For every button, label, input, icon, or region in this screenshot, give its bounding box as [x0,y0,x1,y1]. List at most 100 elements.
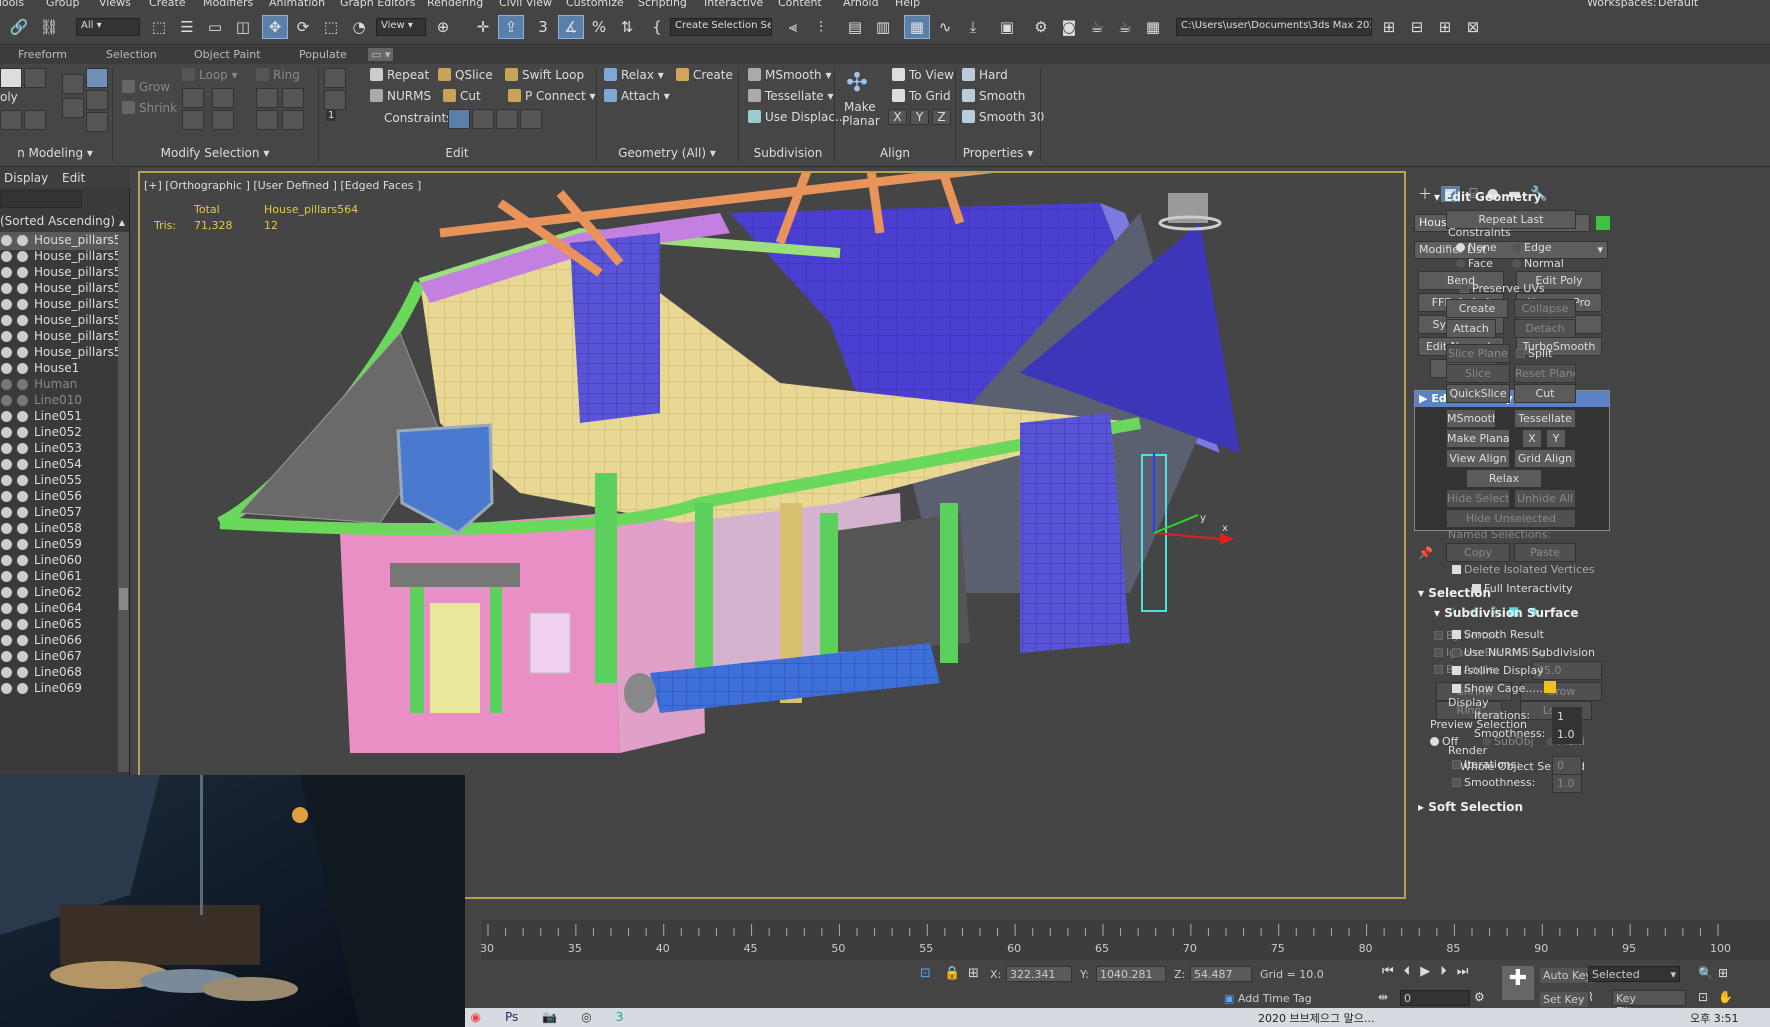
selection-lock-icon[interactable]: 🔒 [944,966,960,981]
camera-icon[interactable]: 📷 [542,1010,557,1024]
constraint-normal-radio[interactable]: Normal [1512,257,1564,270]
pin-stack-icon[interactable]: 📌 [1418,546,1433,560]
ribbon-options-icon[interactable]: ▭ ▾ [368,48,394,61]
freeze-dot-icon[interactable] [17,619,28,630]
toggle-ribbon-icon[interactable]: ▥ [870,15,896,39]
unlink-icon[interactable]: ⛓ [36,15,62,39]
visibility-eye-icon[interactable] [1,475,12,486]
photoshop-icon[interactable]: Ps [505,1010,518,1024]
modeling-option-1-icon[interactable] [0,110,22,130]
scale-icon[interactable]: ⬚ [318,15,344,39]
tab-populate[interactable]: Populate [299,48,347,61]
project-new-icon[interactable]: ⊠ [1460,15,1486,39]
sort-header[interactable]: (Sorted Ascending) ▲ [0,214,125,230]
constraint-none-radio[interactable]: None [1456,241,1497,254]
freeze-dot-icon[interactable] [17,235,28,246]
smooth-result-checkbox[interactable]: Smooth Result [1452,628,1544,641]
key-mode-icon[interactable]: ⇹ [1378,990,1388,1004]
create-tab-icon[interactable]: ＋ [1418,184,1432,204]
scene-tab-edit[interactable]: Edit [62,171,85,185]
current-frame-input[interactable]: 0 [1400,990,1470,1006]
swift-loop-button[interactable]: Swift Loop [505,68,584,82]
element-icon[interactable] [86,112,108,132]
project-path-dropdown[interactable]: C:\Users\user\Documents\3ds Max 2021 ▾ [1176,18,1372,36]
render-production-icon[interactable]: ☕ [1084,15,1110,39]
previous-frame-icon[interactable]: ⏴ [1404,964,1411,979]
visibility-eye-icon[interactable] [1,363,12,374]
set-key-big-icon[interactable]: ✚ [1502,966,1534,1000]
select-manipulate-icon[interactable]: ✛ [470,15,496,39]
next-frame-icon[interactable]: ⏵ [1440,964,1447,979]
p-connect-button[interactable]: P Connect ▾ [508,89,596,103]
project-open-icon[interactable]: ⊟ [1404,15,1430,39]
visibility-eye-icon[interactable] [1,651,12,662]
visibility-eye-icon[interactable] [1,235,12,246]
isoline-display-checkbox[interactable]: Isoline Display [1452,664,1544,677]
constraint-none-icon[interactable] [448,109,470,129]
project-save-icon[interactable]: ⊞ [1432,15,1458,39]
go-to-end-icon[interactable]: ⏭ [1457,964,1469,979]
edit-poly-icon[interactable] [24,68,46,88]
time-config-icon[interactable]: ⚙ [1474,990,1485,1004]
isolate-selection-icon[interactable]: ⊡ [920,966,931,981]
visibility-eye-icon[interactable] [1,507,12,518]
freeze-dot-icon[interactable] [17,587,28,598]
ring-mode-2-icon[interactable] [282,110,304,130]
visibility-eye-icon[interactable] [1,587,12,598]
geo-cut-button[interactable]: Cut [1514,384,1576,403]
polygon-icon[interactable] [62,98,84,118]
edit-geometry-rollout-header[interactable]: ▾ Edit Geometry [1434,190,1541,204]
key-set-dropdown[interactable]: Selected ▾ [1588,966,1680,982]
edit-poly-mode-icon[interactable] [0,68,22,88]
freeze-dot-icon[interactable] [17,683,28,694]
paste-button[interactable]: Paste [1514,543,1576,562]
planar-x-button[interactable]: X [1522,429,1542,448]
render-grid-icon[interactable]: ▦ [1140,15,1166,39]
align-z-button[interactable]: Z [932,109,951,125]
visibility-eye-icon[interactable] [1,523,12,534]
freeze-dot-icon[interactable] [17,555,28,566]
link-icon[interactable]: 🔗 [6,15,32,39]
render-smoothness-spinner[interactable]: 1.0 [1552,774,1582,793]
selection-filter-dropdown[interactable]: All ▾ [76,18,140,36]
percent-snap-icon[interactable]: % [586,15,612,39]
use-displacement-button[interactable]: Use Displac... [748,110,846,124]
hard-button[interactable]: Hard [962,68,1008,82]
soft-selection-rollout-header[interactable]: ▸ Soft Selection [1418,800,1523,814]
tessellate-button[interactable]: Tessellate ▾ [748,89,834,103]
border-icon[interactable] [86,90,108,110]
rotate-icon[interactable]: ⟳ [290,15,316,39]
smooth-30-button[interactable]: Smooth 30 [962,110,1044,124]
auto-key-button[interactable]: Auto Key [1540,968,1595,983]
visibility-eye-icon[interactable] [1,539,12,550]
full-interactivity-checkbox[interactable]: Full Interactivity [1472,582,1573,595]
create-button[interactable]: Create [676,68,733,82]
visibility-eye-icon[interactable] [1,603,12,614]
visibility-eye-icon[interactable] [1,395,12,406]
hide-unselected-button[interactable]: Hide Unselected [1446,509,1576,528]
subdivision-surface-rollout-header[interactable]: ▾ Subdivision Surface [1434,606,1579,620]
visibility-eye-icon[interactable] [1,491,12,502]
render-iterations-checkbox[interactable]: Iterations: [1452,758,1520,771]
visibility-eye-icon[interactable] [1,635,12,646]
material-editor-icon[interactable]: ▣ [994,15,1020,39]
align-y-button[interactable]: Y [910,109,929,125]
geometry-group-label[interactable]: Geometry (All) ▾ [598,146,736,160]
move-icon[interactable]: ✥ [262,15,288,39]
menu-arnold[interactable]: Arnold [843,0,879,9]
visibility-eye-icon[interactable] [1,411,12,422]
freeze-dot-icon[interactable] [17,267,28,278]
visibility-eye-icon[interactable] [1,267,12,278]
freeze-dot-icon[interactable] [17,635,28,646]
cage-color-swatch[interactable] [1544,681,1556,693]
tab-object-paint[interactable]: Object Paint [194,48,261,61]
slice-button[interactable]: Slice [1446,364,1510,383]
tab-selection[interactable]: Selection [106,48,157,61]
edit-tool-1-icon[interactable] [324,68,346,88]
hide-selected-button[interactable]: Hide Selected [1446,489,1510,508]
menu-create[interactable]: Create [149,0,186,9]
geo-make-planar-button[interactable]: Make Planar [1446,429,1510,448]
visibility-eye-icon[interactable] [1,315,12,326]
visibility-eye-icon[interactable] [1,427,12,438]
field-of-view-icon[interactable]: ⊡ [1698,990,1708,1004]
